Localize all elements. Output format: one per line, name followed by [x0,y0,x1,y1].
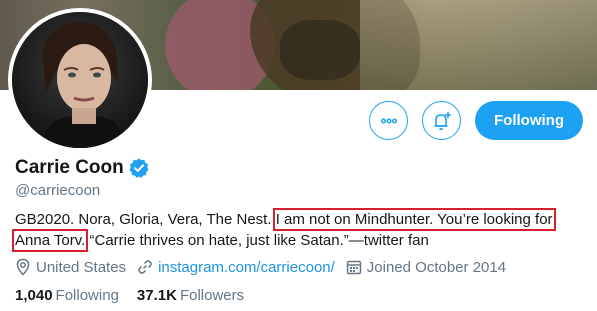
followers-count: 37.1K [136,287,177,304]
bio-text: GB2020. Nora, Gloria, Vera, The Nest. [15,211,276,228]
calendar-icon [346,260,362,275]
website[interactable]: instagram.com/carriecoon/ [137,259,335,276]
following-stat[interactable]: 1,040 Following [15,287,119,304]
location-text: United States [36,258,127,276]
bio-text: “Carrie thrives on hate, just like Satan… [85,232,429,249]
more-icon [380,117,397,124]
followers-label: Followers [179,287,245,304]
following-button[interactable]: Following [475,101,583,140]
profile-name: Carrie Coon [15,157,124,178]
avatar-portrait [12,12,148,148]
profile-meta: United States instagram.com/carriecoon/ … [15,258,517,276]
bell-plus-icon [434,111,451,130]
banner-shape [280,20,360,80]
bio-highlight-box: I am not on Mindhunter. You’re looking f… [272,208,556,231]
bio-highlight-box: Anna Torv. [11,229,89,252]
join-date: Joined October 2014 [346,259,506,276]
followers-stat[interactable]: 37.1K Followers [137,287,244,304]
avatar[interactable] [8,8,152,152]
location: United States [15,258,126,276]
name-row: Carrie Coon [15,157,150,179]
website-link[interactable]: instagram.com/carriecoon/ [158,259,335,276]
more-button[interactable] [369,101,409,140]
following-count: 1,040 [15,287,53,304]
profile-handle: @carriecoon [15,182,101,199]
location-pin-icon [16,258,30,276]
join-date-text: Joined October 2014 [366,258,507,276]
link-icon [138,260,152,274]
profile-bio: GB2020. Nora, Gloria, Vera, The Nest. I … [11,208,590,252]
verified-badge-icon [129,158,149,178]
notifications-button[interactable] [422,101,462,140]
banner-shape [360,0,597,90]
profile-stats: 1,040 Following 37.1K Followers [15,287,262,304]
following-label: Following [55,287,119,304]
profile-actions: Following [369,101,583,140]
